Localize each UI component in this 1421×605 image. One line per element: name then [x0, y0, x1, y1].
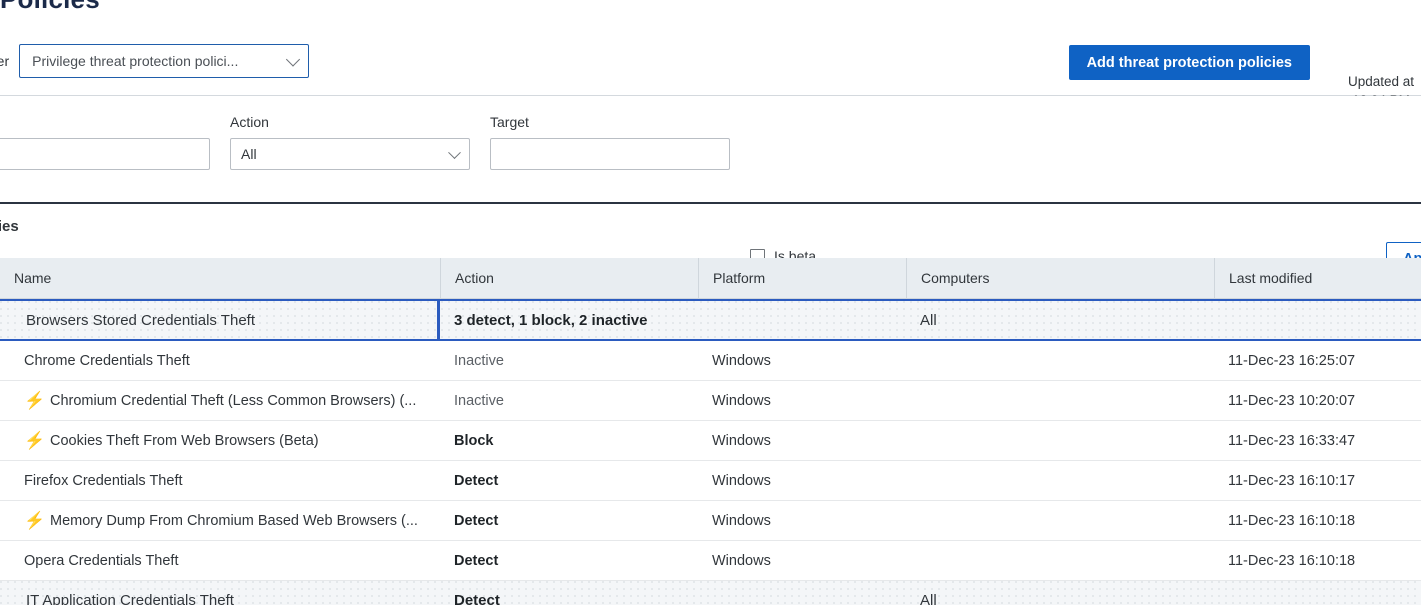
cell-name: Firefox Credentials Theft [0, 461, 440, 500]
cell-name: ⚡ Cookies Theft From Web Browsers (Beta) [0, 421, 440, 460]
cell-action: Detect [454, 512, 499, 529]
filter-name-group: Name [0, 114, 210, 170]
cell-name: IT Application Credentials Theft [0, 581, 440, 605]
column-header-computers[interactable]: Computers [906, 257, 1214, 299]
cell-action: Inactive [454, 392, 504, 409]
chevron-down-icon [286, 52, 301, 67]
filter-action-label: Action [230, 114, 269, 130]
cell-name: Opera Credentials Theft [0, 541, 440, 580]
updated-at-label: Updated at [1348, 74, 1415, 89]
cell-platform: Windows [712, 352, 771, 369]
cell-platform: Windows [712, 432, 771, 449]
bolt-icon: ⚡ [24, 511, 46, 530]
cell-platform: Windows [712, 472, 771, 489]
table-section-caption: Policies [0, 218, 19, 235]
filter-target-label: Target [490, 114, 529, 130]
cell-action: Detect [454, 592, 500, 605]
cell-action: 3 detect, 1 block, 2 inactive [454, 311, 648, 329]
cell-action: Block [454, 432, 494, 449]
column-header-last-modified[interactable]: Last modified [1214, 257, 1421, 299]
filter-name-label: Name [0, 114, 210, 130]
policy-type-select-value: Privilege threat protection polici... [32, 53, 239, 69]
cell-platform [698, 581, 906, 605]
policies-table: Name Action Platform Computers Last modi… [0, 257, 1421, 605]
filter-action-select[interactable]: All [230, 138, 470, 170]
filter-action-group: Action All [230, 114, 470, 170]
cell-last-modified [1214, 581, 1421, 605]
cell-name: Chrome Credentials Theft [0, 341, 440, 380]
policy-type-select[interactable]: Privilege threat protection polici... [19, 44, 310, 78]
table-row[interactable]: Firefox Credentials Theft Detect Windows 11… [0, 461, 1421, 501]
cell-action: Inactive [454, 352, 504, 369]
cell-name: Browsers Stored Credentials Theft [0, 301, 440, 339]
cell-computers: All [920, 311, 937, 329]
cell-computers [906, 501, 1214, 540]
add-threat-protection-policies-button[interactable]: Add threat protection policies [1068, 45, 1310, 80]
column-header-platform[interactable]: Platform [698, 257, 906, 299]
cell-computers [906, 461, 1214, 500]
cell-last-modified: 11-Dec-23 10:20:07 [1228, 392, 1356, 409]
cell-platform: Windows [712, 392, 771, 409]
bolt-icon: ⚡ [24, 391, 46, 410]
top-toolbar: Filter Privilege threat protection polic… [0, 30, 1421, 108]
cell-platform [698, 301, 906, 339]
policy-name-text: Firefox Credentials Theft [24, 472, 183, 489]
policy-filter-label: Filter [0, 53, 10, 69]
cell-last-modified: 11-Dec-23 16:10:17 [1228, 472, 1356, 489]
cell-platform: Windows [712, 512, 771, 529]
filter-bar: Name Action All Target Is beta Apply [0, 96, 1421, 276]
cell-computers [906, 341, 1214, 380]
table-row[interactable]: Browsers Stored Credentials Theft 3 detec… [0, 299, 1421, 341]
cell-computers [906, 541, 1214, 580]
table-row[interactable]: ⚡ Chromium Credential Theft (Less Common … [0, 381, 1421, 421]
policy-name-text: Chromium Credential Theft (Less Common B… [50, 392, 417, 409]
table-row[interactable]: ⚡ Cookies Theft From Web Browsers (Beta) B… [0, 421, 1421, 461]
policy-name-text: Memory Dump From Chromium Based Web Brow… [50, 512, 418, 529]
table-header-row: Name Action Platform Computers Last modi… [0, 257, 1421, 299]
filter-name-input[interactable] [0, 138, 210, 170]
page-title: Policies [0, 0, 100, 15]
policy-name-text: Opera Credentials Theft [24, 552, 179, 569]
cell-last-modified [1214, 301, 1421, 339]
table-row[interactable]: ⚡ Memory Dump From Chromium Based Web Bro… [0, 501, 1421, 541]
column-header-action[interactable]: Action [440, 257, 698, 299]
cell-name: ⚡ Chromium Credential Theft (Less Common … [0, 381, 440, 420]
table-body: Browsers Stored Credentials Theft 3 detec… [0, 299, 1421, 605]
cell-platform: Windows [712, 552, 771, 569]
column-header-name[interactable]: Name [0, 258, 440, 299]
table-row[interactable]: Chrome Credentials Theft Inactive Windows 1… [0, 341, 1421, 381]
filter-target-group: Target [490, 114, 730, 170]
policy-name-text: Browsers Stored Credentials Theft [26, 311, 255, 329]
bolt-icon: ⚡ [24, 431, 46, 450]
filter-target-input[interactable] [490, 138, 730, 170]
table-row[interactable]: IT Application Credentials Theft Detect Al… [0, 581, 1421, 605]
policy-name-text: IT Application Credentials Theft [26, 592, 234, 605]
cell-last-modified: 11-Dec-23 16:10:18 [1228, 512, 1356, 529]
policies-page: Policies Filter Privilege threat protect… [0, 0, 1421, 605]
cell-action: Detect [454, 472, 499, 489]
cell-action: Detect [454, 552, 499, 569]
chevron-down-icon [448, 146, 461, 160]
filter-action-value: All [241, 146, 257, 162]
cell-last-modified: 11-Dec-23 16:10:18 [1228, 552, 1356, 569]
cell-computers [906, 381, 1214, 420]
table-row[interactable]: Opera Credentials Theft Detect Windows 11-D… [0, 541, 1421, 581]
cell-computers [906, 421, 1214, 460]
cell-name: ⚡ Memory Dump From Chromium Based Web Bro… [0, 501, 440, 540]
cell-last-modified: 11-Dec-23 16:25:07 [1228, 352, 1356, 369]
cell-computers: All [920, 592, 937, 605]
policy-name-text: Chrome Credentials Theft [24, 352, 190, 369]
cell-last-modified: 11-Dec-23 16:33:47 [1228, 432, 1356, 449]
policy-filter-group: Filter Privilege threat protection polic… [0, 44, 310, 78]
policy-name-text: Cookies Theft From Web Browsers (Beta) [50, 432, 319, 449]
